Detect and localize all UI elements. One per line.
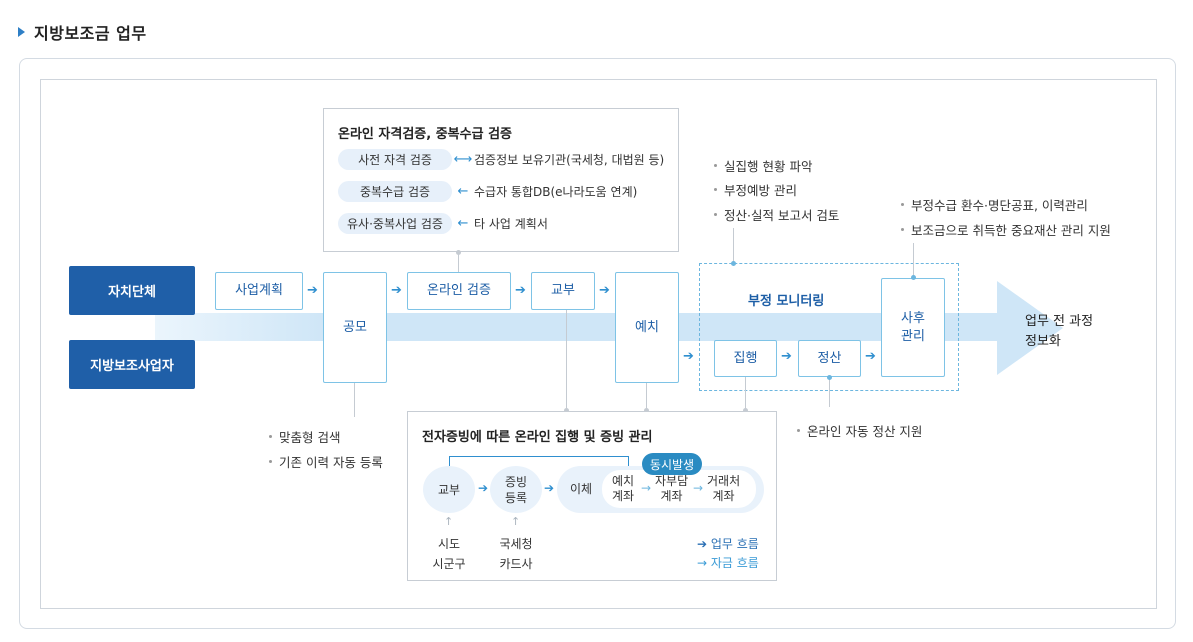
- account-vendor: 거래처 계좌: [707, 474, 741, 503]
- connector-dot: [911, 275, 916, 280]
- step-settle: 정산: [798, 340, 861, 377]
- evidence-register: 증빙 등록: [490, 466, 542, 513]
- verify-row-label: 유사·중복사업 검증: [338, 213, 452, 234]
- connector-line: [354, 383, 355, 417]
- evidence-panel: 전자증빙에 따른 온라인 집행 및 증빙 관리 교부 ➔ 증빙 등록 ➔ 이체 …: [407, 411, 777, 581]
- verify-panel: 온라인 자격검증, 중복수급 검증 사전 자격 검증 ⟷ 검증정보 보유기관(국…: [323, 108, 679, 252]
- left-arrow-icon: ←: [457, 184, 469, 199]
- grant-source: 시도 시군구: [432, 537, 466, 571]
- note-item: 보조금으로 취득한 중요재산 관리 지원: [901, 220, 1111, 239]
- verify-row: 중복수급 검증 ← 수급자 통합DB(e나라도움 연계): [338, 181, 637, 202]
- note-item: 부정예방 관리: [714, 180, 797, 199]
- note-item: 기존 이력 자동 등록: [269, 452, 383, 471]
- verify-panel-title: 온라인 자격검증, 중복수급 검증: [338, 127, 512, 142]
- account-deposit: 예치 계좌: [612, 474, 635, 503]
- connector-line: [646, 383, 647, 411]
- flow-arrow-icon: ➔: [544, 481, 555, 495]
- note-text: 실집행 현황 파악: [724, 159, 813, 174]
- note-text: 맞춤형 검색: [279, 430, 341, 445]
- account-self: 자부담 계좌: [655, 474, 689, 503]
- verify-row-desc: 검증정보 보유기관(국세청, 대법원 등): [474, 153, 665, 167]
- flow-arrow-icon: ➔: [599, 283, 610, 298]
- monitoring-title: 부정 모니터링: [748, 294, 825, 309]
- connector-line: [566, 310, 567, 411]
- fund-arrow-icon: →: [641, 481, 652, 495]
- note-item: 맞춤형 검색: [269, 427, 340, 446]
- triangle-bullet-icon: [18, 27, 25, 37]
- flow-arrow-icon: ➔: [865, 349, 876, 364]
- verify-row-label: 중복수급 검증: [338, 181, 452, 202]
- bullet-icon: [797, 429, 800, 432]
- connector-dot: [456, 250, 461, 255]
- note-text: 보조금으로 취득한 중요재산 관리 지원: [911, 223, 1111, 238]
- bullet-icon: [269, 460, 272, 463]
- connector-line: [913, 243, 914, 278]
- step-after-management: 사후 관리: [881, 278, 945, 377]
- flow-arrow-icon: ➔: [781, 349, 792, 364]
- flow-arrow-icon: ➔: [478, 481, 489, 495]
- page-title: 지방보조금 업무: [34, 24, 147, 43]
- fund-arrow-icon: →: [693, 481, 704, 495]
- step-announcement: 공모: [323, 272, 387, 383]
- final-label: 업무 전 과정 정보화: [1025, 314, 1094, 349]
- verify-row-desc: 타 사업 계획서: [474, 217, 548, 231]
- left-arrow-icon: ←: [457, 216, 469, 231]
- transfer-label: 이체: [570, 482, 593, 496]
- up-arrow-icon: ↑: [511, 515, 521, 528]
- legend-work-flow: ➔ 업무 흐름: [697, 537, 759, 551]
- connector-line: [733, 228, 734, 263]
- note-item: 온라인 자동 정산 지원: [797, 421, 922, 440]
- flow-arrow-icon: ➔: [391, 283, 402, 298]
- note-text: 부정수급 환수·명단공표, 이력관리: [911, 198, 1088, 213]
- connector-dot: [827, 375, 832, 380]
- simultaneous-badge: 동시발생: [642, 453, 702, 475]
- bullet-icon: [714, 164, 717, 167]
- flow-arrow-icon: ➔: [515, 283, 526, 298]
- section-header: 지방보조금 업무: [18, 20, 147, 44]
- verify-row: 유사·중복사업 검증 ← 타 사업 계획서: [338, 213, 548, 234]
- note-item: 정산·실적 보고서 검토: [714, 205, 839, 224]
- note-text: 정산·실적 보고서 검토: [724, 208, 840, 223]
- step-execute: 집행: [714, 340, 777, 377]
- note-text: 부정예방 관리: [724, 183, 797, 198]
- note-text: 온라인 자동 정산 지원: [807, 424, 923, 439]
- connector-line: [745, 377, 746, 411]
- connector-dot: [731, 261, 736, 266]
- flow-arrow-icon: ➔: [683, 349, 694, 364]
- connector-line: [458, 252, 459, 272]
- evidence-panel-title: 전자증빙에 따른 온라인 집행 및 증빙 관리: [422, 430, 653, 445]
- connector-line: [829, 377, 830, 407]
- evidence-grant: 교부: [423, 466, 475, 513]
- bullet-icon: [714, 213, 717, 216]
- bidirectional-arrow-icon: ⟷: [453, 152, 473, 167]
- verify-row: 사전 자격 검증 ⟷ 검증정보 보유기관(국세청, 대법원 등): [338, 149, 664, 170]
- verify-row-label: 사전 자격 검증: [338, 149, 452, 170]
- verify-row-desc: 수급자 통합DB(e나라도움 연계): [474, 185, 638, 199]
- legend-fund-flow: → 자금 흐름: [697, 556, 759, 570]
- note-item: 실집행 현황 파악: [714, 156, 812, 175]
- note-item: 부정수급 환수·명단공표, 이력관리: [901, 195, 1088, 214]
- evidence-source: 국세청 카드사: [499, 537, 533, 571]
- step-business-plan: 사업계획: [215, 272, 303, 310]
- actor-subsidy-business: 지방보조사업자: [69, 340, 195, 389]
- flow-bracket-line: [449, 456, 629, 466]
- bullet-icon: [901, 203, 904, 206]
- bullet-icon: [714, 188, 717, 191]
- actor-local-government: 자치단체: [69, 266, 195, 315]
- step-online-verify: 온라인 검증: [407, 272, 511, 310]
- bullet-icon: [901, 228, 904, 231]
- flow-arrow-icon: ➔: [307, 283, 318, 298]
- up-arrow-icon: ↑: [444, 515, 454, 528]
- step-grant: 교부: [531, 272, 595, 310]
- step-deposit: 예치: [615, 272, 679, 383]
- bullet-icon: [269, 435, 272, 438]
- note-text: 기존 이력 자동 등록: [279, 455, 383, 470]
